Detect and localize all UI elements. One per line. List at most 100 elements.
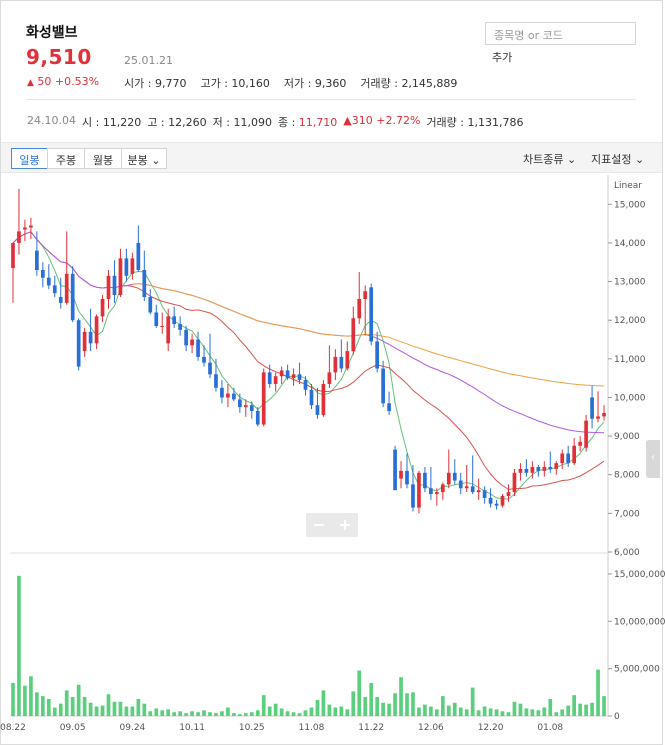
volume-bar <box>142 703 147 716</box>
volume-bar <box>381 702 385 716</box>
candle-body <box>548 467 553 469</box>
candle-body <box>23 227 27 230</box>
candle-body <box>35 250 39 270</box>
zoom-in-button[interactable]: + <box>332 513 358 537</box>
add-button[interactable]: 추가 <box>492 49 512 65</box>
candle-body <box>387 403 391 411</box>
candle-body <box>596 416 600 419</box>
tab-monthly[interactable]: 월봉 <box>84 148 122 169</box>
volume-bar <box>327 704 332 716</box>
price-tick-label: 14,000 <box>614 239 646 249</box>
volume-bar <box>184 713 188 716</box>
volume-bar <box>112 701 117 716</box>
candle-body <box>458 480 463 489</box>
zoom-control: − + <box>306 513 358 537</box>
tab-minute[interactable]: 분봉 ⌄ <box>121 148 167 169</box>
candle-body <box>232 393 236 400</box>
candle-body <box>94 316 99 344</box>
stock-name: 화성밸브 <box>26 25 78 41</box>
volume-bar <box>285 711 290 716</box>
candle-body <box>255 410 260 425</box>
chevron-left-icon: ‹ <box>651 452 655 463</box>
volume-tick-label: 0 <box>614 712 620 722</box>
ref-change: ▲310 +2.72% <box>343 114 421 127</box>
candle-body <box>399 470 403 479</box>
volume-bar <box>375 697 380 716</box>
volume-bar <box>387 703 391 716</box>
candle-body <box>76 320 81 367</box>
volume-bar <box>58 703 63 716</box>
up-triangle-icon: ▲ <box>27 78 34 88</box>
volume-bar <box>488 708 493 716</box>
x-tick-label: 10.11 <box>179 723 205 733</box>
candle-body <box>452 472 457 481</box>
candle-body <box>321 383 326 415</box>
volume-bar <box>40 696 45 716</box>
candle-body <box>106 275 111 299</box>
stock-search-input[interactable]: 종목명 or 코드 <box>485 22 636 45</box>
volume-bar <box>512 701 517 716</box>
candle-body <box>566 453 571 464</box>
reference-ohlc-row: 24.10.04 시 : 11,220 고 : 12,260 저 : 11,09… <box>27 114 524 130</box>
volume-bar <box>220 711 224 716</box>
side-panel-toggle[interactable]: ‹ <box>646 440 660 478</box>
candle-body <box>417 472 421 508</box>
candle-body <box>584 420 588 448</box>
zoom-out-button[interactable]: − <box>306 513 332 537</box>
volume-bar <box>279 708 284 716</box>
candle-body <box>470 486 475 493</box>
chart-type-dropdown[interactable]: 차트종류 ⌄ <box>523 151 576 167</box>
candle-body <box>524 468 529 473</box>
x-tick-label: 09.05 <box>60 723 86 733</box>
indicator-settings-dropdown[interactable]: 지표설정 ⌄ <box>591 151 644 167</box>
volume-bar <box>476 710 481 716</box>
volume-bar <box>291 712 296 716</box>
candle-body <box>160 326 165 328</box>
ma5-line <box>12 231 605 500</box>
candle-body <box>178 324 182 330</box>
stock-chart[interactable]: Linear 15,000 14,000 13,000 12,000 11,000 10,0… <box>0 175 665 745</box>
volume-bar <box>572 695 577 716</box>
candle-body <box>154 312 159 327</box>
candle-body <box>285 370 290 379</box>
candle-body <box>46 277 51 286</box>
stat-volume: 거래량 : 2,145,889 <box>360 77 458 90</box>
candle-body <box>554 463 559 469</box>
candle-body <box>214 374 218 388</box>
candle-body <box>446 472 451 485</box>
volume-bar <box>363 697 368 716</box>
candle-body <box>369 287 374 342</box>
ma20-line <box>12 231 605 491</box>
volume-bar <box>584 704 588 716</box>
price-tick-label: 15,000 <box>614 200 646 210</box>
volume-bar <box>435 709 439 716</box>
volume-bar <box>494 709 499 716</box>
volume-bar <box>297 713 302 716</box>
candle-body <box>273 376 278 384</box>
candle-body <box>291 374 296 379</box>
volume-bar <box>548 698 553 716</box>
candle-body <box>429 488 433 495</box>
candle-body <box>435 492 439 495</box>
volume-bar <box>393 693 397 716</box>
candle-body <box>542 467 547 471</box>
volume-bar <box>94 706 99 716</box>
volume-bar <box>590 702 594 716</box>
volume-bar <box>23 685 27 716</box>
volume-bar <box>542 707 547 716</box>
tab-daily[interactable]: 일봉 <box>11 148 48 169</box>
candle-body <box>375 341 380 369</box>
volume-bar <box>273 703 278 716</box>
tab-weekly[interactable]: 주봉 <box>47 148 85 169</box>
volume-bar <box>309 707 314 716</box>
candle-body <box>518 468 523 473</box>
volume-bar <box>506 712 511 716</box>
candle-body <box>220 387 224 398</box>
volume-bar <box>118 701 123 716</box>
volume-tick-label: 15,000,000 <box>614 570 665 580</box>
candle-body <box>100 298 105 317</box>
volume-bar <box>214 713 218 716</box>
candle-body <box>208 362 212 375</box>
stat-high: 고가 : 10,160 <box>200 77 270 90</box>
volume-bar <box>315 699 320 716</box>
